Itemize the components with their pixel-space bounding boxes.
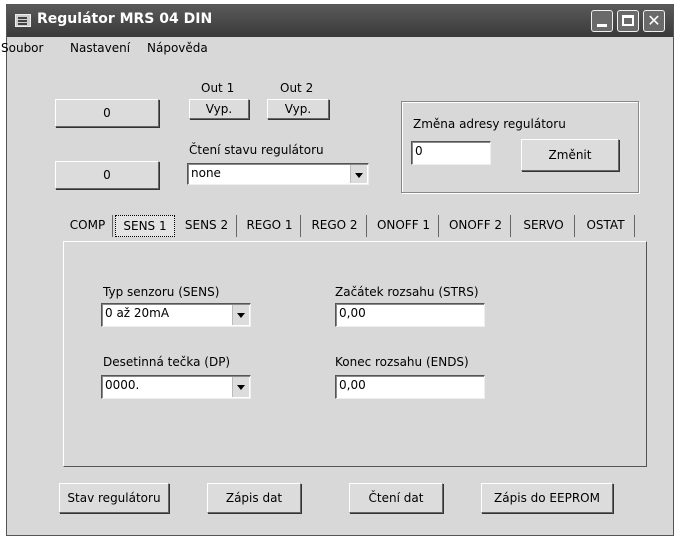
address-label: Změna adresy regulátoru — [413, 117, 566, 131]
range-end-value: 0,00 — [339, 378, 366, 392]
app-icon[interactable] — [15, 14, 31, 27]
tab-rego1[interactable]: REGO 1 — [239, 215, 301, 237]
maximize-button[interactable] — [617, 10, 639, 32]
sens-tab-panel — [63, 241, 647, 467]
decimal-point-label: Desetinná tečka (DP) — [103, 355, 231, 369]
out1-button[interactable]: Vyp. — [189, 99, 249, 119]
sensor-type-label: Typ senzoru (SENS) — [103, 285, 220, 299]
tab-servo[interactable]: SERVO — [513, 215, 575, 237]
maximize-icon — [622, 15, 634, 26]
sensor-type-select[interactable]: 0 až 20mA — [101, 303, 251, 327]
minimize-icon — [597, 24, 607, 27]
out2-label: Out 2 — [280, 81, 314, 95]
display-2: 0 — [55, 161, 159, 189]
close-icon: ✕ — [647, 11, 661, 30]
menu-napoveda[interactable]: Nápověda — [147, 41, 208, 55]
address-input[interactable]: 0 — [411, 141, 491, 165]
tab-ostat[interactable]: OSTAT — [577, 215, 635, 237]
change-address-button[interactable]: Změnit — [521, 139, 619, 171]
close-button[interactable]: ✕ — [643, 10, 665, 32]
out1-label: Out 1 — [201, 81, 235, 95]
controller-state-button[interactable]: Stav regulátoru — [59, 483, 169, 513]
write-eeprom-button[interactable]: Zápis do EEPROM — [481, 483, 613, 513]
range-start-value: 0,00 — [339, 306, 366, 320]
range-start-label: Začátek rozsahu (STRS) — [335, 285, 479, 299]
chevron-down-icon[interactable] — [232, 305, 249, 325]
window-title: Regulátor MRS 04 DIN — [37, 11, 213, 27]
app-window: Regulátor MRS 04 DIN ✕ Soubor Nastavení … — [1, 4, 674, 536]
tab-sens2[interactable]: SENS 2 — [177, 215, 237, 237]
display-1: 0 — [55, 99, 159, 127]
tab-onoff2[interactable]: ONOFF 2 — [441, 215, 511, 237]
minimize-button[interactable] — [591, 10, 613, 32]
title-bar[interactable]: Regulátor MRS 04 DIN ✕ — [7, 5, 673, 37]
decimal-point-select[interactable]: 0000. — [101, 375, 251, 399]
tab-onoff1[interactable]: ONOFF 1 — [369, 215, 439, 237]
chevron-down-icon[interactable] — [350, 165, 367, 183]
display-1-value: 0 — [103, 106, 111, 120]
menu-soubor[interactable]: Soubor — [1, 41, 43, 55]
display-2-value: 0 — [103, 168, 111, 182]
menu-nastaveni[interactable]: Nastavení — [70, 41, 130, 55]
address-value: 0 — [415, 144, 423, 158]
decimal-point-value: 0000. — [105, 378, 140, 392]
range-end-input[interactable]: 0,00 — [335, 375, 485, 399]
menu-bar: Soubor Nastavení Nápověda — [1, 37, 673, 59]
chevron-down-icon[interactable] — [232, 377, 249, 397]
read-state-select[interactable]: none — [187, 163, 369, 185]
sensor-type-value: 0 až 20mA — [105, 306, 170, 320]
read-state-value: none — [191, 166, 221, 180]
out2-button[interactable]: Vyp. — [267, 99, 329, 119]
read-data-button[interactable]: Čtení dat — [349, 483, 443, 513]
write-data-button[interactable]: Zápis dat — [207, 483, 301, 513]
range-start-input[interactable]: 0,00 — [335, 303, 485, 327]
tab-comp[interactable]: COMP — [63, 215, 113, 237]
tab-rego2[interactable]: REGO 2 — [303, 215, 367, 237]
read-state-label: Čtení stavu regulátoru — [189, 143, 324, 157]
tab-sens1[interactable]: SENS 1 — [115, 215, 175, 237]
range-end-label: Konec rozsahu (ENDS) — [335, 355, 469, 369]
